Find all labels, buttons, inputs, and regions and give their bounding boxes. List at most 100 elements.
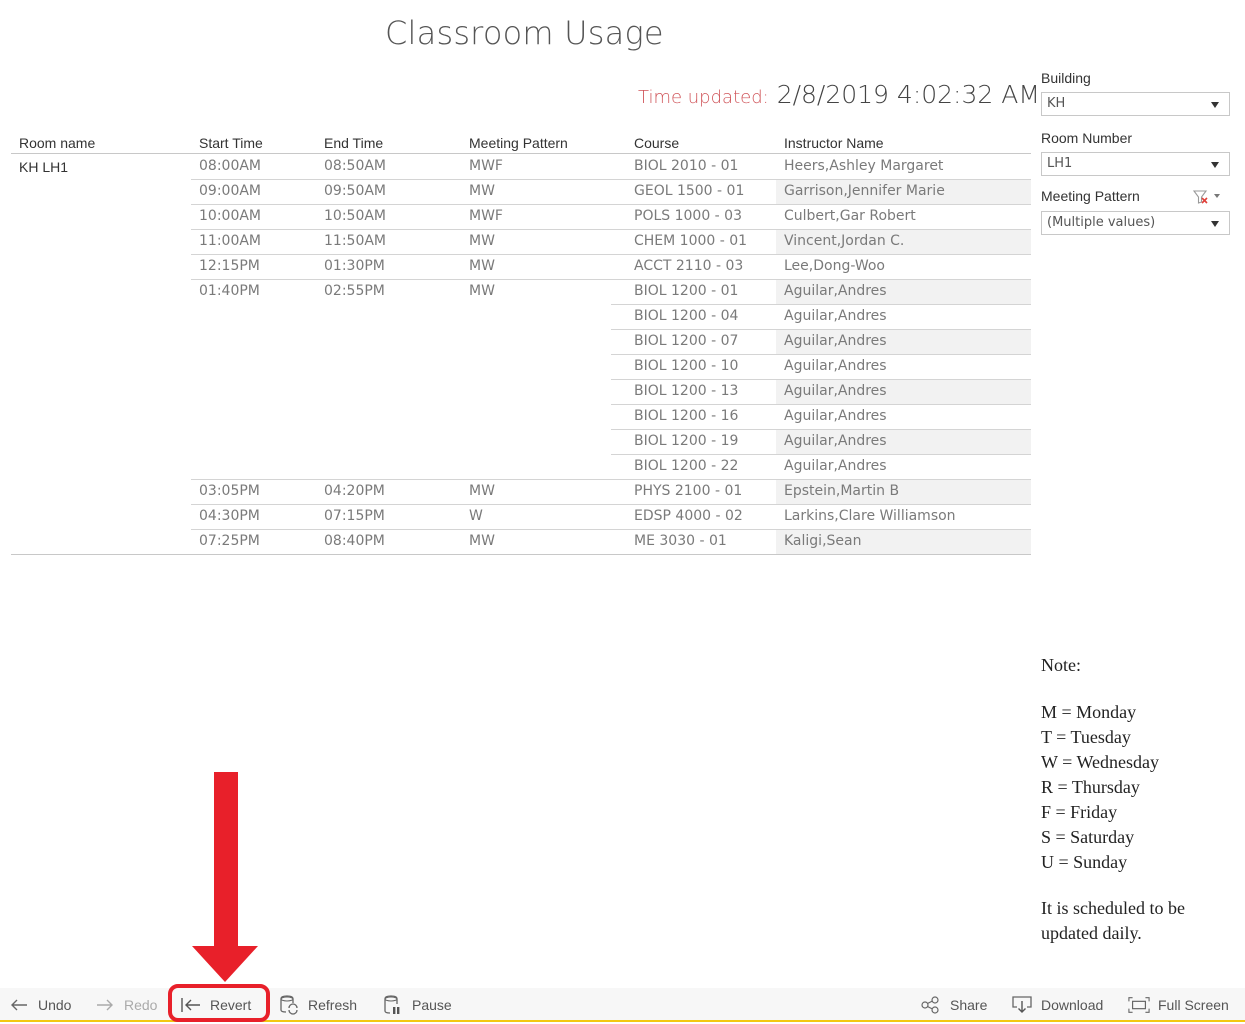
course-cell: BIOL 1200 - 01 xyxy=(634,283,739,299)
start-time-cell: 12:15PM xyxy=(199,258,260,274)
chevron-down-icon xyxy=(1211,221,1219,227)
meeting-pattern-select-value: (Multiple values) xyxy=(1047,215,1156,230)
course-cell: BIOL 1200 - 16 xyxy=(634,408,739,424)
table-row[interactable]: BIOL 1200 - 22 Aguilar,Andres xyxy=(11,454,1031,479)
instructor-cell: Aguilar,Andres xyxy=(784,458,887,474)
course-cell: BIOL 1200 - 10 xyxy=(634,358,739,374)
clear-filter-button[interactable] xyxy=(1192,188,1222,206)
instructor-cell: Vincent,Jordan C. xyxy=(784,233,905,249)
time-updated-value: 2/8/2019 4:02:32 AM xyxy=(776,80,1040,109)
time-updated-label: Time updated: xyxy=(638,87,769,108)
start-time-cell: 10:00AM xyxy=(199,208,262,224)
meeting-pattern-cell: MWF xyxy=(469,208,503,224)
pause-button[interactable]: Pause xyxy=(382,995,452,1015)
header-start-time[interactable]: Start Time xyxy=(199,135,263,151)
refresh-data-icon xyxy=(278,995,300,1015)
revert-highlight-annotation xyxy=(168,984,270,1022)
table-row[interactable]: BIOL 1200 - 07 Aguilar,Andres xyxy=(11,329,1031,354)
course-cell: ME 3030 - 01 xyxy=(634,533,727,549)
table-row[interactable]: BIOL 1200 - 04 Aguilar,Andres xyxy=(11,304,1031,329)
header-meeting-pattern[interactable]: Meeting Pattern xyxy=(469,135,568,151)
table-row[interactable]: 04:30PM 07:15PM W EDSP 4000 - 02 Larkins,Cla… xyxy=(11,504,1031,529)
end-time-cell: 04:20PM xyxy=(324,483,385,499)
header-end-time[interactable]: End Time xyxy=(324,135,383,151)
start-time-cell: 09:00AM xyxy=(199,183,262,199)
pause-label: Pause xyxy=(412,997,452,1013)
legend-item: R = Thursday xyxy=(1041,777,1140,797)
building-select[interactable]: KH xyxy=(1041,92,1230,116)
table-row[interactable]: BIOL 1200 - 13 Aguilar,Andres xyxy=(11,379,1031,404)
table-row[interactable]: 11:00AM 11:50AM MW CHEM 1000 - 01 Vincent,Jo… xyxy=(11,229,1031,254)
note-heading: Note: xyxy=(1041,655,1081,675)
table-row[interactable]: 09:00AM 09:50AM MW GEOL 1500 - 01 Garrison,J… xyxy=(11,179,1031,204)
start-time-cell: 08:00AM xyxy=(199,158,262,174)
refresh-label: Refresh xyxy=(308,997,358,1013)
redo-label: Redo xyxy=(124,997,158,1013)
legend-item: T = Tuesday xyxy=(1041,727,1131,747)
start-time-cell: 03:05PM xyxy=(199,483,260,499)
header-instructor-name[interactable]: Instructor Name xyxy=(784,135,884,151)
arrow-left-icon xyxy=(8,995,30,1015)
chevron-down-icon xyxy=(1211,162,1219,168)
end-time-cell: 02:55PM xyxy=(324,283,385,299)
annotation-arrow-icon xyxy=(192,772,258,982)
table-header: Room name Start Time End Time Meeting Pa… xyxy=(11,133,1031,154)
end-time-cell: 01:30PM xyxy=(324,258,385,274)
end-time-cell: 09:50AM xyxy=(324,183,387,199)
end-time-cell: 10:50AM xyxy=(324,208,387,224)
course-cell: POLS 1000 - 03 xyxy=(634,208,742,224)
room-number-select-value: LH1 xyxy=(1047,156,1073,171)
full-screen-label: Full Screen xyxy=(1158,997,1229,1013)
table-row[interactable]: 10:00AM 10:50AM MWF POLS 1000 - 03 Culbert,G… xyxy=(11,204,1031,229)
legend-item: F = Friday xyxy=(1041,802,1118,822)
instructor-cell: Aguilar,Andres xyxy=(784,383,887,399)
full-screen-icon xyxy=(1128,995,1150,1015)
table-row[interactable]: 08:00AM 08:50AM MWF BIOL 2010 - 01 Heers,Ash… xyxy=(11,154,1031,179)
redo-button[interactable]: Redo xyxy=(94,995,157,1015)
instructor-cell: Aguilar,Andres xyxy=(784,308,887,324)
refresh-button[interactable]: Refresh xyxy=(278,995,357,1015)
instructor-cell: Larkins,Clare Williamson xyxy=(784,508,956,524)
download-button[interactable]: Download xyxy=(1011,995,1103,1015)
table-row[interactable]: 12:15PM 01:30PM MW ACCT 2110 - 03 Lee,Dong-W… xyxy=(11,254,1031,279)
instructor-cell: Aguilar,Andres xyxy=(784,408,887,424)
full-screen-button[interactable]: Full Screen xyxy=(1128,995,1229,1015)
start-time-cell: 04:30PM xyxy=(199,508,260,524)
day-legend-note: Note: M = Monday T = Tuesday W = Wednesd… xyxy=(1041,653,1185,946)
room-number-select[interactable]: LH1 xyxy=(1041,152,1230,176)
table-row[interactable]: BIOL 1200 - 19 Aguilar,Andres xyxy=(11,429,1031,454)
end-time-cell: 07:15PM xyxy=(324,508,385,524)
table-row[interactable]: 01:40PM 02:55PM MW BIOL 1200 - 01 Aguilar,An… xyxy=(11,279,1031,304)
undo-button[interactable]: Undo xyxy=(8,995,71,1015)
meeting-pattern-filter-label: Meeting Pattern xyxy=(1041,188,1230,210)
meeting-pattern-select[interactable]: (Multiple values) xyxy=(1041,211,1230,235)
building-filter-label: Building xyxy=(1041,70,1091,86)
instructor-cell: Aguilar,Andres xyxy=(784,433,887,449)
room-number-filter-label: Room Number xyxy=(1041,130,1133,146)
header-room-name[interactable]: Room name xyxy=(19,135,95,151)
download-label: Download xyxy=(1041,997,1104,1013)
legend-item: U = Sunday xyxy=(1041,852,1128,872)
chevron-down-icon xyxy=(1211,102,1219,108)
course-cell: ACCT 2110 - 03 xyxy=(634,258,744,274)
instructor-cell: Heers,Ashley Margaret xyxy=(784,158,944,174)
table-row[interactable]: BIOL 1200 - 16 Aguilar,Andres xyxy=(11,404,1031,429)
table-row[interactable]: 03:05PM 04:20PM MW PHYS 2100 - 01 Epstein,Ma… xyxy=(11,479,1031,504)
start-time-cell: 11:00AM xyxy=(199,233,262,249)
instructor-cell: Aguilar,Andres xyxy=(784,283,887,299)
instructor-cell: Aguilar,Andres xyxy=(784,358,887,374)
course-cell: GEOL 1500 - 01 xyxy=(634,183,745,199)
table-row[interactable]: BIOL 1200 - 10 Aguilar,Andres xyxy=(11,354,1031,379)
share-label: Share xyxy=(950,997,988,1013)
header-course[interactable]: Course xyxy=(634,135,679,151)
page-title: Classroom Usage xyxy=(385,14,664,52)
meeting-pattern-cell: MW xyxy=(469,258,495,274)
course-cell: BIOL 1200 - 19 xyxy=(634,433,739,449)
note-footer: It is scheduled to be xyxy=(1041,898,1185,918)
share-button[interactable]: Share xyxy=(920,995,987,1015)
table-row[interactable]: 07:25PM 08:40PM MW ME 3030 - 01 Kaligi,Sean xyxy=(11,529,1031,554)
instructor-cell: Lee,Dong-Woo xyxy=(784,258,885,274)
course-cell: BIOL 1200 - 04 xyxy=(634,308,739,324)
meeting-pattern-cell: W xyxy=(469,508,483,524)
meeting-pattern-filter: Meeting Pattern (Multiple values) xyxy=(1041,188,1230,235)
